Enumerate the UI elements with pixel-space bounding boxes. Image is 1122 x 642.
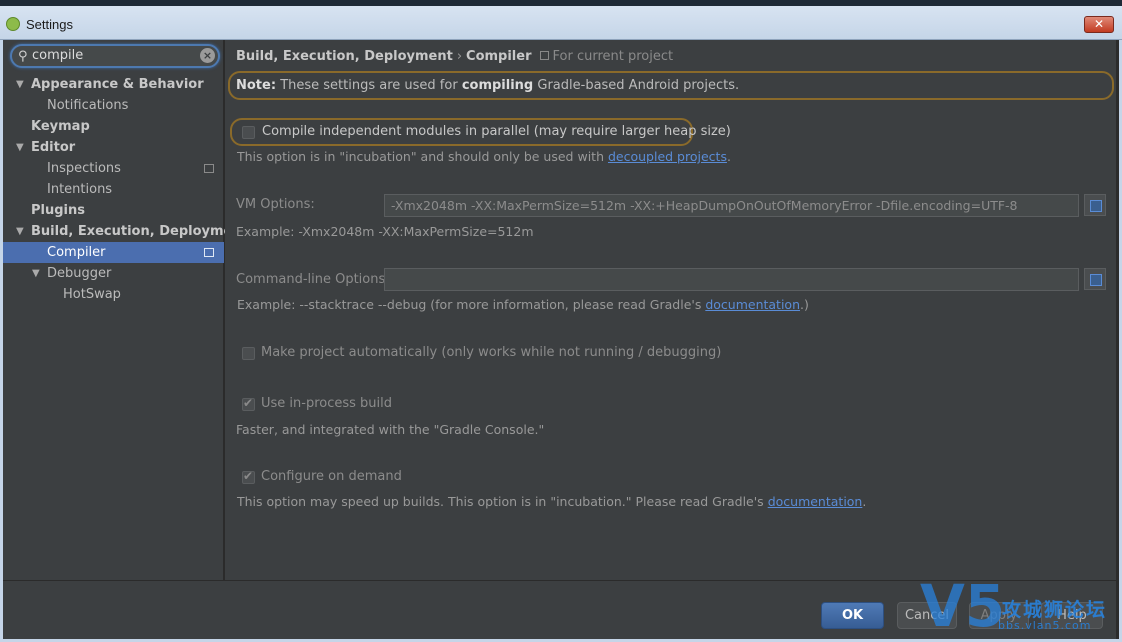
dialog-footer: OK Cancel Apply Help — [3, 580, 1116, 639]
make-project-automatically-checkbox[interactable] — [242, 347, 255, 360]
tree-item-keymap[interactable]: Keymap — [3, 116, 224, 137]
tree-item-label: HotSwap — [63, 287, 121, 302]
tree-item-label: Compiler — [47, 245, 106, 260]
tree-item-plugins[interactable]: Plugins — [3, 200, 224, 221]
tree-item-editor[interactable]: ▼ Editor — [3, 137, 224, 158]
tree-item-label: Editor — [31, 140, 76, 155]
expand-field-icon[interactable] — [1084, 268, 1106, 290]
command-line-options-field[interactable] — [384, 268, 1079, 291]
expanded-arrow-icon[interactable]: ▼ — [16, 137, 24, 158]
tree-item-debugger[interactable]: ▼ Debugger — [3, 263, 224, 284]
hint-text: Example: --stacktrace --debug (for more … — [237, 297, 702, 312]
configure-on-demand-label[interactable]: Configure on demand — [261, 469, 402, 484]
hint-text-end: .) — [800, 297, 809, 312]
tree-item-label: Build, Execution, Deployment — [31, 224, 248, 239]
parallel-modules-label[interactable]: Compile independent modules in parallel … — [262, 124, 731, 139]
gradle-documentation-link[interactable]: documentation — [705, 297, 800, 312]
use-in-process-build-label[interactable]: Use in-process build — [261, 396, 392, 411]
expanded-arrow-icon[interactable]: ▼ — [16, 221, 24, 242]
breadcrumb: Build, Execution, Deployment › Compiler For… — [236, 49, 673, 64]
make-project-automatically-label[interactable]: Make project automatically (only works w… — [261, 345, 721, 360]
tree-item-label: Plugins — [31, 203, 85, 218]
command-line-options-label: Command-line Options: — [236, 272, 390, 287]
tree-item-label: Debugger — [47, 266, 112, 281]
breadcrumb-separator: › — [456, 49, 463, 64]
window-titlebar: Settings ✕ — [0, 0, 1122, 40]
configure-on-demand-hint: This option may speed up builds. This op… — [237, 494, 866, 509]
note-text-end: Gradle-based Android projects. — [537, 78, 740, 93]
decoupled-projects-link[interactable]: decoupled projects — [608, 149, 727, 164]
tree-item-label: Inspections — [47, 161, 121, 176]
clear-search-icon[interactable]: × — [200, 48, 215, 63]
tree-item-notifications[interactable]: Notifications — [3, 95, 224, 116]
breadcrumb-section: Build, Execution, Deployment — [236, 49, 453, 64]
expand-field-icon[interactable] — [1084, 194, 1106, 216]
vm-options-label: VM Options: — [236, 197, 315, 212]
in-process-build-hint: Faster, and integrated with the "Gradle … — [236, 422, 545, 437]
note-prefix: Note: — [236, 78, 277, 93]
search-value[interactable]: compile — [32, 48, 83, 63]
tree-item-appearance-behavior[interactable]: ▼ Appearance & Behavior — [3, 74, 224, 95]
tree-item-label: Notifications — [47, 98, 129, 113]
window-title: Settings — [26, 17, 73, 32]
gradle-documentation-link[interactable]: documentation — [768, 494, 863, 509]
parallel-modules-hint: This option is in "incubation" and shoul… — [237, 149, 731, 164]
help-button[interactable]: Help — [1041, 602, 1103, 629]
settings-sidebar: ⚲ compile × ▼ Appearance & Behavior Noti… — [3, 40, 248, 580]
search-icon: ⚲ — [18, 49, 28, 64]
settings-tree: ▼ Appearance & Behavior Notifications Ke… — [3, 74, 248, 305]
hint-text: This option is in "incubation" and shoul… — [237, 149, 604, 164]
tree-item-label: Intentions — [47, 182, 113, 197]
vm-options-example: Example: -Xmx2048m -XX:MaxPermSize=512m — [236, 224, 534, 239]
cancel-button[interactable]: Cancel — [897, 602, 957, 629]
close-window-button[interactable]: ✕ — [1084, 16, 1114, 33]
expanded-arrow-icon[interactable]: ▼ — [32, 263, 40, 284]
vm-options-field[interactable]: -Xmx2048m -XX:MaxPermSize=512m -XX:+Heap… — [384, 194, 1079, 217]
note-text: These settings are used for — [280, 78, 458, 93]
parallel-modules-checkbox[interactable] — [242, 126, 255, 139]
ok-button[interactable]: OK — [821, 602, 884, 629]
project-scope-icon — [539, 51, 549, 60]
hint-text-end: . — [862, 494, 867, 509]
project-scope-icon — [204, 164, 214, 173]
expanded-arrow-icon[interactable]: ▼ — [16, 74, 24, 95]
hint-text-end: . — [726, 149, 731, 164]
breadcrumb-scope: For current project — [552, 49, 674, 64]
settings-content-panel: Build, Execution, Deployment › Compiler For… — [225, 40, 1116, 580]
android-studio-icon — [6, 17, 20, 31]
tree-item-inspections[interactable]: Inspections — [3, 158, 224, 179]
tree-item-compiler[interactable]: Compiler — [3, 242, 224, 263]
tree-item-label: Appearance & Behavior — [31, 77, 204, 92]
use-in-process-build-checkbox[interactable] — [242, 396, 255, 411]
tree-item-label: Keymap — [31, 119, 90, 134]
configure-on-demand-checkbox[interactable] — [242, 469, 255, 484]
apply-button[interactable]: Apply — [969, 602, 1029, 629]
tree-item-hotswap[interactable]: HotSwap — [3, 284, 224, 305]
project-scope-icon — [204, 248, 214, 257]
tree-item-build-execution-deployment[interactable]: ▼ Build, Execution, Deployment — [3, 221, 248, 242]
taskbar-strip — [0, 0, 1122, 6]
tree-item-intentions[interactable]: Intentions — [3, 179, 224, 200]
gradle-note-banner: Note: These settings are used for compil… — [228, 71, 1114, 100]
breadcrumb-page: Compiler — [466, 49, 532, 64]
note-keyword: compiling — [461, 78, 534, 93]
command-line-options-hint: Example: --stacktrace --debug (for more … — [237, 297, 809, 312]
hint-text: This option may speed up builds. This op… — [237, 494, 764, 509]
settings-search-input[interactable]: ⚲ compile × — [10, 44, 220, 68]
